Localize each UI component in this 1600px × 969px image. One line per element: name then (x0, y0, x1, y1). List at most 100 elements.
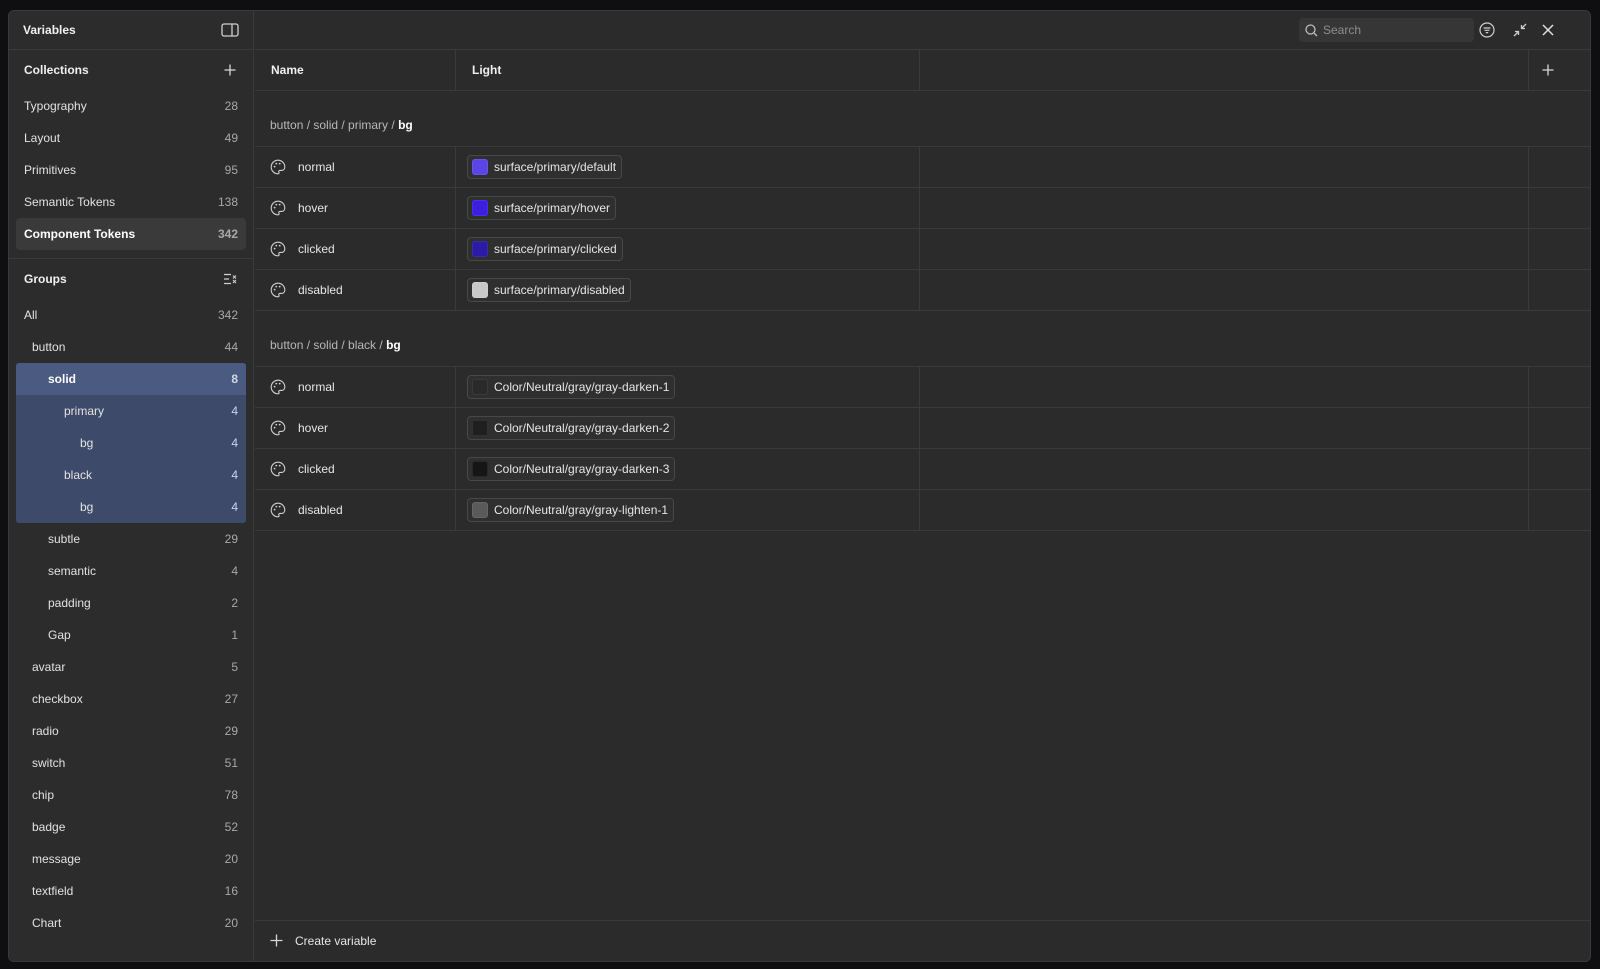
toggle-sidebar-icon[interactable] (220, 20, 240, 40)
group-item-checkbox[interactable]: checkbox 27 (9, 683, 253, 715)
group-item-primary[interactable]: primary 4 (16, 395, 246, 427)
variable-name: hover (270, 188, 328, 228)
group-label: Gap (48, 628, 71, 642)
variable-row[interactable]: clicked Color/Neutral/gray/gray-darken-3 (255, 449, 1590, 490)
group-item-avatar[interactable]: avatar 5 (9, 651, 253, 683)
column-header-light[interactable]: Light (472, 50, 501, 90)
column-divider (1528, 229, 1529, 269)
variable-value-pill[interactable]: surface/primary/hover (467, 196, 617, 220)
group-item-subtle[interactable]: subtle 29 (9, 523, 253, 555)
collection-item-semantic-tokens[interactable]: Semantic Tokens 138 (9, 186, 253, 218)
collection-count: 28 (224, 99, 238, 113)
group-item-primary-bg[interactable]: bg 4 (16, 427, 246, 459)
group-item-switch[interactable]: switch 51 (9, 747, 253, 779)
variable-value-pill[interactable]: Color/Neutral/gray/gray-darken-1 (467, 375, 676, 399)
variable-name-label: hover (298, 201, 329, 215)
collection-item-layout[interactable]: Layout 49 (9, 122, 253, 154)
variable-value-pill[interactable]: surface/primary/disabled (467, 278, 631, 302)
color-swatch (472, 241, 488, 257)
group-item-message[interactable]: message 20 (9, 843, 253, 875)
color-palette-icon (270, 461, 286, 477)
group-path: button / solid / primary / (270, 118, 395, 132)
column-divider (1528, 367, 1529, 407)
color-swatch (472, 502, 488, 518)
variable-value-label: Color/Neutral/gray/gray-lighten-1 (494, 503, 669, 517)
color-swatch (472, 282, 488, 298)
variable-value-pill[interactable]: surface/primary/clicked (467, 237, 623, 261)
group-label: All (24, 308, 38, 322)
collection-label: Semantic Tokens (24, 195, 116, 209)
group-item-badge[interactable]: badge 52 (9, 811, 253, 843)
group-count: 4 (231, 468, 238, 482)
color-palette-icon (270, 282, 286, 298)
group-count: 20 (224, 852, 238, 866)
group-label: bg (80, 500, 94, 514)
collections-label: Collections (24, 63, 89, 77)
collection-label: Layout (24, 131, 61, 145)
collection-item-typography[interactable]: Typography 28 (9, 90, 253, 122)
search-box[interactable] (1299, 18, 1474, 42)
group-item-all[interactable]: All 342 (9, 299, 253, 331)
table-header: Name Light (255, 50, 1590, 91)
variable-value-pill[interactable]: Color/Neutral/gray/gray-lighten-1 (467, 498, 675, 522)
collection-item-primitives[interactable]: Primitives 95 (9, 154, 253, 186)
group-label: subtle (48, 532, 81, 546)
variable-row[interactable]: disabled Color/Neutral/gray/gray-lighten… (255, 490, 1590, 531)
variable-name-label: disabled (298, 503, 343, 517)
variable-value-pill[interactable]: Color/Neutral/gray/gray-darken-2 (467, 416, 676, 440)
group-count: 4 (231, 404, 238, 418)
group-item-semantic[interactable]: semantic 4 (9, 555, 253, 587)
group-item-gap[interactable]: Gap 1 (9, 619, 253, 651)
collapse-icon[interactable] (1510, 20, 1530, 40)
variable-row[interactable]: hover surface/primary/hover (255, 188, 1590, 229)
variable-value-label: Color/Neutral/gray/gray-darken-3 (494, 462, 670, 476)
group-count: 2 (231, 596, 238, 610)
color-palette-icon (270, 241, 286, 257)
variable-value-pill[interactable]: surface/primary/default (467, 155, 623, 179)
column-divider (1528, 270, 1529, 310)
color-swatch (472, 461, 488, 477)
variable-row[interactable]: clicked surface/primary/clicked (255, 229, 1590, 270)
group-count: 4 (231, 436, 238, 450)
group-item-button[interactable]: button 44 (9, 331, 253, 363)
group-header-black-bg: button / solid / black / bg (255, 311, 1590, 367)
group-label: button (32, 340, 66, 354)
collection-label: Typography (24, 99, 87, 113)
variable-name: clicked (270, 229, 335, 269)
group-item-black-bg[interactable]: bg 4 (16, 491, 246, 523)
add-collection-icon[interactable] (220, 60, 240, 80)
group-count: 44 (224, 340, 238, 354)
group-item-padding[interactable]: padding 2 (9, 587, 253, 619)
variable-value-label: surface/primary/clicked (494, 242, 617, 256)
search-input[interactable] (1323, 23, 1463, 37)
variable-row[interactable]: normal surface/primary/default (255, 147, 1590, 188)
search-icon (1305, 23, 1318, 36)
collection-item-component-tokens[interactable]: Component Tokens 342 (16, 218, 246, 250)
variable-row[interactable]: hover Color/Neutral/gray/gray-darken-2 (255, 408, 1590, 449)
column-divider (919, 490, 920, 530)
group-count: 4 (231, 500, 238, 514)
filter-icon[interactable] (1477, 20, 1497, 40)
close-icon[interactable] (1538, 20, 1558, 40)
column-divider (1528, 188, 1529, 228)
group-item-black[interactable]: black 4 (16, 459, 246, 491)
group-label: radio (32, 724, 59, 738)
group-label: checkbox (32, 692, 83, 706)
group-item-textfield[interactable]: textfield 16 (9, 875, 253, 907)
variable-value-label: surface/primary/disabled (494, 283, 625, 297)
column-divider (455, 408, 456, 448)
collapse-groups-icon[interactable] (220, 269, 240, 289)
group-leaf: bg (398, 118, 413, 132)
sidebar: Variables Collections Typography 28 Layou… (9, 11, 254, 961)
group-count: 342 (217, 308, 238, 322)
group-item-chart[interactable]: Chart 20 (9, 907, 253, 939)
create-variable-button[interactable]: Create variable (255, 920, 1590, 961)
groups-header: Groups (9, 259, 253, 299)
group-item-radio[interactable]: radio 29 (9, 715, 253, 747)
add-mode-icon[interactable] (1538, 60, 1558, 80)
variable-row[interactable]: disabled surface/primary/disabled (255, 270, 1590, 311)
variable-row[interactable]: normal Color/Neutral/gray/gray-darken-1 (255, 367, 1590, 408)
variable-value-pill[interactable]: Color/Neutral/gray/gray-darken-3 (467, 457, 676, 481)
group-item-solid[interactable]: solid 8 (16, 363, 246, 395)
group-item-chip[interactable]: chip 78 (9, 779, 253, 811)
